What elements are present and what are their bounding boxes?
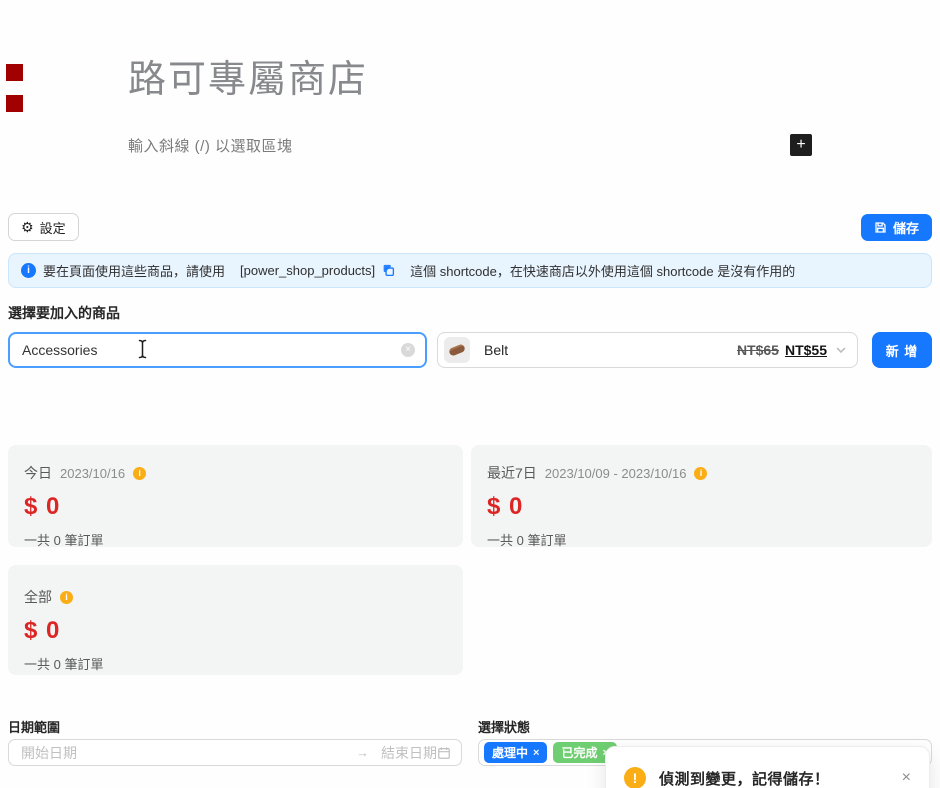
chevron-down-icon	[835, 344, 847, 356]
stat-amount: $ 0	[487, 493, 916, 521]
search-input-value: Accessories	[22, 342, 97, 358]
stat-range: 2023/10/16	[60, 466, 125, 481]
product-thumbnail	[444, 337, 470, 363]
settings-button[interactable]: ⚙ 設定	[8, 213, 79, 241]
start-date-placeholder[interactable]: 開始日期	[21, 743, 77, 763]
text-cursor-icon	[137, 339, 148, 362]
calendar-icon	[437, 746, 451, 760]
date-filter: 日期範圍 開始日期 → 結束日期	[8, 720, 462, 766]
empty-paragraph-block: 輸入斜線 (/) 以選取區塊 +	[128, 134, 812, 156]
stat-card-all: 全部 i $ 0 一共 0 筆訂單	[8, 565, 463, 675]
power-shop-block: ⚙ 設定 儲存 i 要在頁面使用這些商品，請使用 [power_shop_pro…	[0, 213, 940, 766]
shortcode-notice: i 要在頁面使用這些商品，請使用 [power_shop_products] 這…	[8, 253, 932, 288]
stats-row-2: 全部 i $ 0 一共 0 筆訂單	[8, 565, 932, 675]
info-icon: i	[21, 263, 36, 278]
save-label: 儲存	[893, 218, 919, 237]
tag-remove-icon[interactable]: ×	[533, 747, 539, 759]
product-picker-row: Accessories × Belt NT$65 NT$55 新 增	[8, 332, 932, 368]
post-title[interactable]: 路可專屬商店	[128, 58, 812, 102]
save-button[interactable]: 儲存	[861, 214, 932, 241]
date-range-input[interactable]: 開始日期 → 結束日期	[8, 739, 462, 766]
stat-card-last7days: 最近7日 2023/10/09 - 2023/10/16 i $ 0 一共 0 …	[471, 445, 932, 547]
recording-marker	[6, 95, 23, 112]
info-icon[interactable]: i	[133, 467, 146, 480]
product-picker-label: 選擇要加入的商品	[8, 305, 932, 321]
stat-orders: 一共 0 筆訂單	[24, 654, 447, 673]
close-icon[interactable]: ×	[902, 770, 911, 786]
product-select[interactable]: Belt NT$65 NT$55	[437, 332, 858, 368]
block-toolbar: ⚙ 設定 儲存	[8, 213, 932, 241]
stat-amount: $ 0	[24, 493, 447, 521]
stat-period: 最近7日	[487, 463, 537, 483]
stat-card-today: 今日 2023/10/16 i $ 0 一共 0 筆訂單	[8, 445, 463, 547]
unsaved-changes-toast: ! 偵測到變更，記得儲存！ ×	[605, 746, 930, 788]
stat-amount: $ 0	[24, 617, 447, 645]
arrow-right-icon: →	[356, 745, 369, 760]
editor-content-column: 路可專屬商店 輸入斜線 (/) 以選取區塊 +	[128, 58, 812, 156]
save-icon	[874, 221, 887, 234]
stat-orders: 一共 0 筆訂單	[24, 530, 447, 549]
block-placeholder-text[interactable]: 輸入斜線 (/) 以選取區塊	[128, 135, 293, 156]
shortcode-text[interactable]: [power_shop_products]	[240, 263, 375, 278]
stat-orders: 一共 0 筆訂單	[487, 530, 916, 549]
product-search-input[interactable]: Accessories ×	[8, 332, 427, 368]
stats-row-1: 今日 2023/10/16 i $ 0 一共 0 筆訂單 最近7日 2023/1…	[8, 445, 932, 547]
notice-text-prefix: 要在頁面使用這些商品，請使用	[43, 261, 225, 280]
recording-marker	[6, 64, 23, 81]
clear-input-icon[interactable]: ×	[401, 343, 415, 357]
info-icon[interactable]: i	[60, 591, 73, 604]
end-date-placeholder[interactable]: 結束日期	[381, 743, 437, 763]
stat-period: 今日	[24, 463, 52, 483]
tag-label: 已完成	[561, 744, 597, 761]
product-price-original: NT$65	[737, 342, 779, 358]
add-product-button[interactable]: 新 增	[872, 332, 932, 368]
stat-range: 2023/10/09 - 2023/10/16	[545, 466, 687, 481]
stat-period: 全部	[24, 587, 52, 607]
copy-icon[interactable]	[382, 264, 395, 277]
product-price-sale: NT$55	[785, 342, 827, 358]
block-inserter-button[interactable]: +	[790, 134, 812, 156]
date-range-label: 日期範圍	[8, 720, 462, 735]
status-tag-processing[interactable]: 處理中 ×	[484, 742, 547, 763]
toast-message: 偵測到變更，記得儲存！	[659, 768, 830, 788]
settings-label: 設定	[40, 218, 66, 237]
plus-icon: +	[796, 135, 805, 155]
product-name: Belt	[484, 342, 508, 358]
tag-label: 處理中	[492, 744, 528, 761]
status-label: 選擇狀態	[478, 720, 932, 735]
info-icon[interactable]: i	[694, 467, 707, 480]
notice-text-suffix: 這個 shortcode，在快速商店以外使用這個 shortcode 是沒有作用…	[410, 261, 795, 280]
warning-icon: !	[624, 767, 646, 788]
gear-icon: ⚙	[21, 220, 34, 234]
